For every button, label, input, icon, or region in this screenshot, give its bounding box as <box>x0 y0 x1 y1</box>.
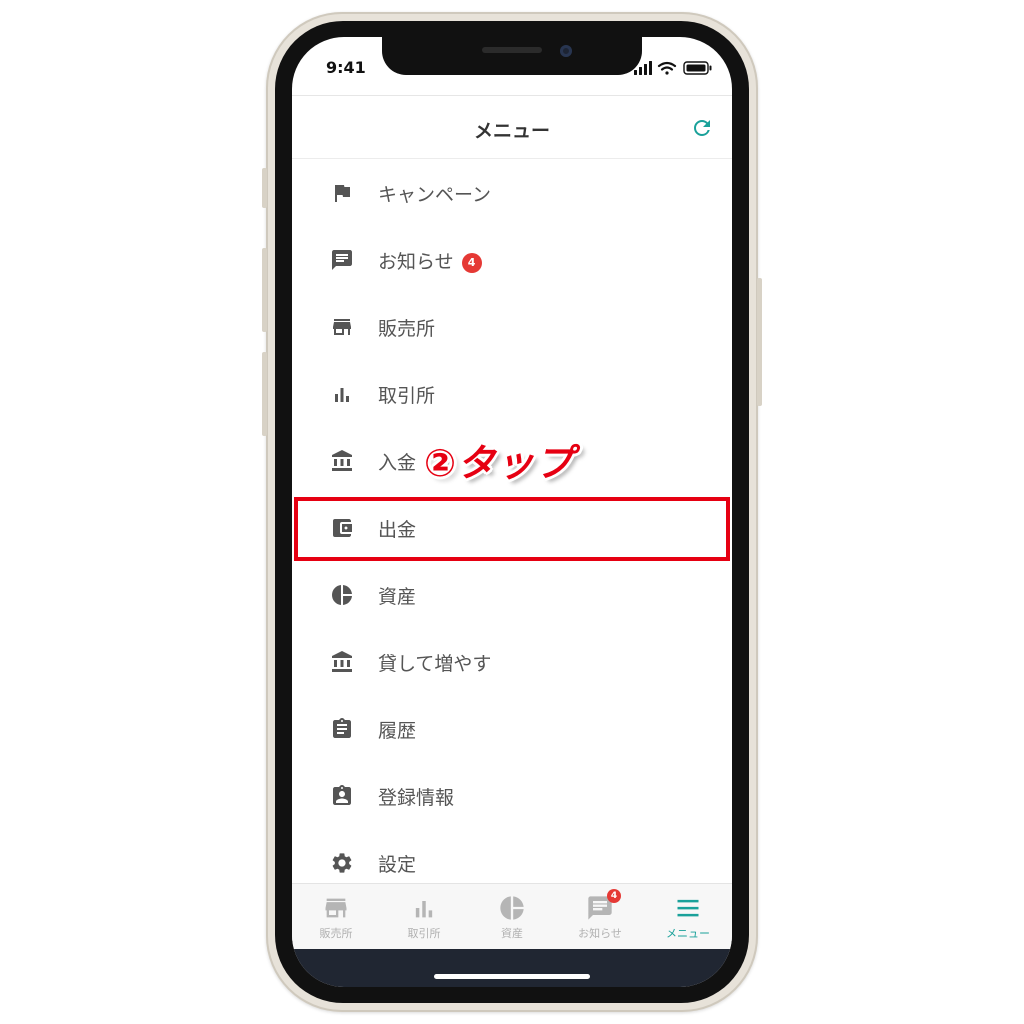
silent-switch <box>262 168 267 208</box>
tab-label: 資産 <box>501 927 523 940</box>
menu-item-store[interactable]: 販売所 <box>292 293 732 360</box>
volume-down-button <box>262 352 267 436</box>
tab-exchange[interactable]: 取引所 <box>380 884 468 950</box>
home-indicator-area <box>292 949 732 987</box>
notification-badge: 4 <box>461 253 482 273</box>
tab-label: お知らせ <box>578 927 622 940</box>
notification-badge: 4 <box>607 889 621 903</box>
menu-item-label: 取引所 <box>378 385 436 407</box>
bank-icon <box>332 450 352 471</box>
menu-item-history[interactable]: 履歴 <box>292 695 732 762</box>
pie-chart-icon <box>332 585 352 605</box>
message-icon <box>332 250 352 270</box>
tap-annotation: ②タップ <box>424 441 575 485</box>
tab-bar: 販売所 取引所 資産 4 お知らせ メニュー <box>292 883 732 949</box>
home-indicator[interactable] <box>434 974 590 979</box>
menu-item-label: 入金 <box>378 452 417 474</box>
menu-item-label: キャンペーン <box>378 184 492 206</box>
pie-chart-icon <box>500 896 524 920</box>
battery-icon <box>683 61 712 75</box>
front-camera <box>560 45 572 57</box>
notch <box>382 37 642 75</box>
contact-icon <box>333 785 351 805</box>
store-icon <box>333 319 351 335</box>
menu-item-campaign[interactable]: キャンペーン <box>292 159 732 226</box>
power-button <box>757 278 762 406</box>
menu-item-label: 登録情報 <box>378 787 455 809</box>
menu-item-exchange[interactable]: 取引所 <box>292 360 732 427</box>
tab-notices[interactable]: 4 お知らせ <box>556 884 644 950</box>
page-title: メニュー <box>473 120 550 142</box>
menu-item-notices[interactable]: お知らせ 4 <box>292 226 732 293</box>
tab-label: メニュー <box>666 927 710 940</box>
nav-header: メニュー <box>292 95 732 159</box>
wifi-icon <box>657 61 677 75</box>
status-icons <box>634 61 712 75</box>
store-icon <box>325 898 347 918</box>
signal-icon <box>634 61 652 75</box>
tab-assets[interactable]: 資産 <box>468 884 556 950</box>
menu-item-assets[interactable]: 資産 <box>292 561 732 628</box>
menu-item-label: 販売所 <box>378 318 436 340</box>
menu-icon <box>677 899 699 917</box>
gear-icon <box>332 853 352 873</box>
menu-item-lending[interactable]: 貸して増やす <box>292 628 732 695</box>
tab-menu[interactable]: メニュー <box>644 884 732 950</box>
bar-chart-icon <box>335 388 349 402</box>
menu-item-label: 資産 <box>378 586 417 608</box>
menu-item-label: 貸して増やす <box>378 653 492 675</box>
tab-label: 販売所 <box>319 927 353 940</box>
menu-item-text: お知らせ <box>378 251 454 273</box>
bank-icon <box>332 651 352 672</box>
flag-icon <box>335 185 350 202</box>
status-time: 9:41 <box>326 58 366 77</box>
menu-item-label: お知らせ 4 <box>378 247 482 274</box>
menu-item-label: 設定 <box>378 854 417 876</box>
refresh-icon[interactable] <box>690 116 714 140</box>
menu-item-label: 履歴 <box>378 720 417 742</box>
clipboard-icon <box>333 718 351 738</box>
volume-up-button <box>262 248 267 332</box>
bar-chart-icon <box>415 901 433 918</box>
tab-label: 取引所 <box>407 927 441 940</box>
withdraw-highlight-box <box>294 497 730 561</box>
tab-store[interactable]: 販売所 <box>292 884 380 950</box>
menu-item-registration[interactable]: 登録情報 <box>292 762 732 829</box>
speaker <box>482 47 542 53</box>
